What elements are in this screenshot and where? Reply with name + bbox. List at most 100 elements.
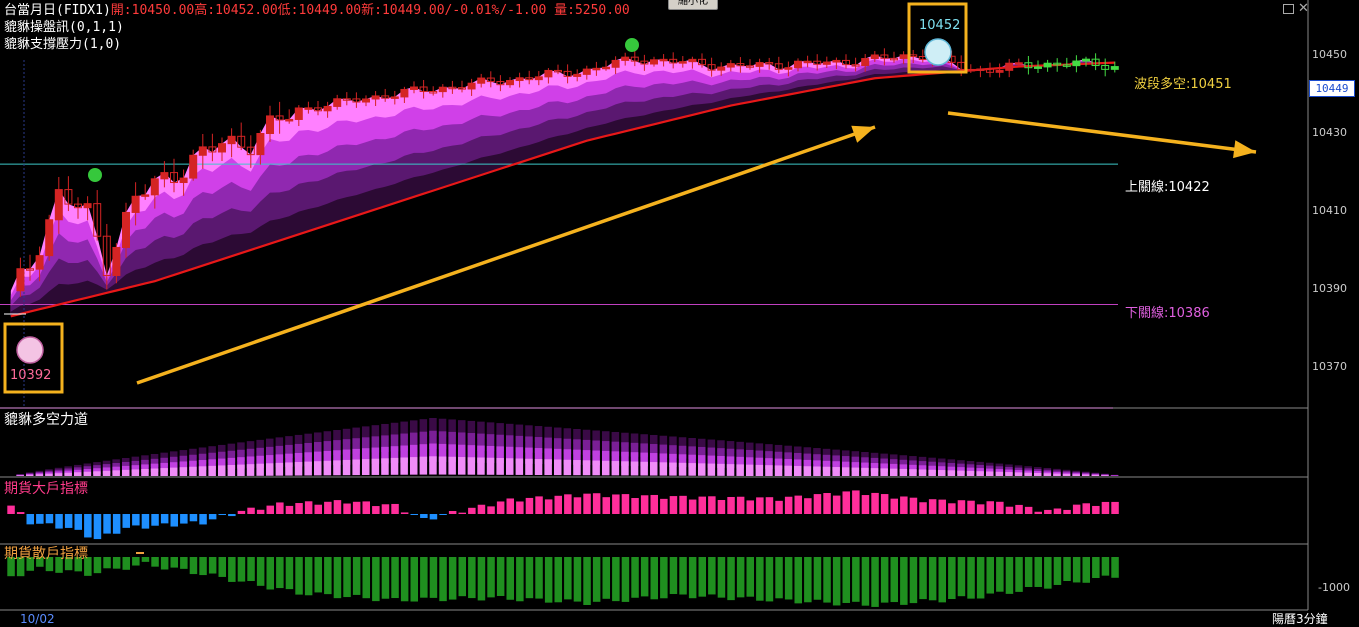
retail-bar [669,557,678,595]
big-player-bar [228,514,236,517]
candle-body [794,60,802,69]
candle-body [323,105,332,112]
candle-body [189,154,198,179]
quote-line: 開:10450.00高:10452.00低:10449.00新:10449.00… [110,3,630,18]
big-player-bar [1072,504,1081,514]
force-bar-seg [1034,472,1042,476]
big-player-bar [631,498,639,514]
pixiu-icon [88,168,102,182]
force-bar-seg [35,474,44,476]
price-tick: 10430 [1312,125,1347,139]
big-player-bar [1034,511,1042,514]
force-bar-seg [323,460,332,476]
big-player-bar [362,501,370,514]
retail-bar [746,557,754,597]
big-player-bar [276,502,284,514]
retail-bar [93,557,102,574]
big-player-bar [919,502,927,514]
big-player-bar [208,514,217,520]
retail-bar [1015,557,1023,592]
big-player-bar [256,509,265,514]
candle-body [899,54,908,59]
big-player-bar [410,514,418,515]
big-player-bar [976,504,985,514]
big-player-bar [928,499,937,514]
big-player-bar [880,494,889,514]
candle-body [294,107,303,120]
retail-bar [400,557,409,602]
big-player-bar [794,495,802,514]
force-bar-seg [582,460,591,476]
retail-bar [919,557,927,600]
force-bar-seg [16,475,24,476]
big-player-bar [506,498,514,514]
force-bar-seg [966,470,975,476]
big-player-bar [400,512,409,514]
retail-bar [314,557,322,593]
force-bar-seg [669,462,677,476]
candle-body [976,68,985,71]
minimize-button[interactable]: 縮小化 [668,0,718,10]
big-player-bar [26,514,34,525]
candle-body [112,246,121,277]
big-player-bar [1063,509,1071,514]
big-player-bar [285,505,294,514]
force-bar-seg [237,464,245,476]
big-player-bar [372,506,380,514]
candle-body [544,69,553,78]
force-bar-seg [909,469,917,476]
force-bar-seg [602,460,610,476]
big-player-bar [746,500,754,514]
retail-bar [468,557,476,599]
candle-body [218,143,226,153]
retail-bar [228,557,236,582]
retail-bar [928,557,937,601]
force-bar-seg [160,468,168,476]
candle-body [150,178,159,196]
retail-bar [544,557,553,603]
retail-bar [160,557,169,570]
retail-bar [362,557,370,599]
force-bar-seg [1062,473,1071,476]
big-player-bar [967,500,975,514]
big-player-bar [189,514,198,522]
force-bar-seg [266,463,274,476]
big-player-bar [871,492,879,514]
retail-bar [410,557,418,602]
maximize-icon[interactable] [1283,4,1294,14]
big-player-bar [247,507,255,514]
force-bar-seg [842,467,850,476]
big-player-bar [448,511,457,514]
candle-body [1072,60,1081,67]
chart-title: 台當月日(FIDX1) [4,3,111,18]
retail-bar [564,557,572,600]
big-player-bar [890,498,898,514]
retail-bar [122,557,130,570]
big-player-bar [391,503,399,514]
force-bar-seg [899,468,908,476]
retail-bar [247,557,255,582]
force-bar-seg [755,464,764,476]
retail-bar [237,557,246,582]
retail-bar [784,557,793,600]
candle-body [602,66,610,70]
force-bar-seg [467,457,476,475]
retail-bar [602,557,610,599]
force-bar-seg [650,462,658,476]
retail-bar [938,557,946,603]
candle-body [304,107,313,110]
big-player-bar [170,514,178,527]
candle-body [131,195,140,213]
force-bar-seg [352,459,360,476]
retail-bar [1024,557,1033,587]
big-player-bar [544,499,553,514]
force-bar-seg [438,456,447,475]
retail-bar [736,557,745,598]
close-icon[interactable]: ✕ [1298,1,1309,16]
candle-body [1043,62,1052,68]
candle-body [995,69,1004,73]
big-player-bar [122,514,130,528]
big-player-bar [381,504,390,514]
big-player-bar [1053,508,1062,514]
force-bar-seg [688,463,696,476]
